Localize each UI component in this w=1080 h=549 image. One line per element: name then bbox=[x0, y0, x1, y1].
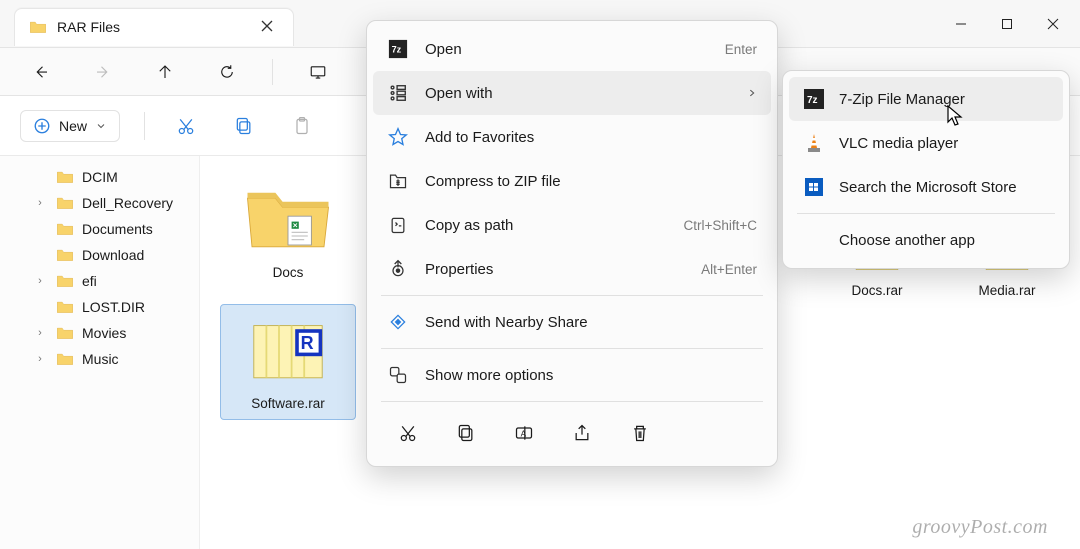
back-button[interactable] bbox=[24, 55, 58, 89]
minimize-button[interactable] bbox=[938, 5, 984, 43]
folder-large-icon bbox=[242, 182, 334, 257]
toolbar-divider bbox=[272, 59, 273, 85]
sidebar-item-dell-recovery[interactable]: ›Dell_Recovery bbox=[0, 190, 199, 216]
svg-text:R: R bbox=[301, 333, 314, 353]
svg-text:7z: 7z bbox=[807, 95, 818, 106]
copy-path-icon bbox=[387, 214, 409, 236]
copy-button[interactable] bbox=[449, 416, 483, 450]
file-label: Docs bbox=[273, 265, 304, 280]
cut-button[interactable] bbox=[391, 416, 425, 450]
ctx-quick-actions: A bbox=[373, 406, 771, 460]
new-button[interactable]: New bbox=[20, 110, 120, 142]
menu-separator bbox=[381, 348, 763, 349]
window-controls bbox=[938, 5, 1076, 43]
submenu-choose-app[interactable]: Choose another app bbox=[789, 218, 1063, 262]
tab-title: RAR Files bbox=[57, 19, 120, 35]
watermark: groovyPost.com bbox=[912, 516, 1048, 539]
copy-button[interactable] bbox=[227, 109, 261, 143]
star-icon bbox=[387, 126, 409, 148]
forward-button[interactable] bbox=[86, 55, 120, 89]
window-tab[interactable]: RAR Files bbox=[14, 8, 294, 46]
show-more-icon bbox=[387, 364, 409, 386]
ctx-properties[interactable]: Properties Alt+Enter bbox=[373, 247, 771, 291]
maximize-button[interactable] bbox=[984, 5, 1030, 43]
file-item-software-rar[interactable]: R Software.rar bbox=[220, 304, 356, 420]
svg-text:A: A bbox=[521, 428, 527, 438]
zip-icon bbox=[387, 170, 409, 192]
delete-button[interactable] bbox=[623, 416, 657, 450]
ms-store-icon bbox=[803, 176, 825, 198]
cut-button[interactable] bbox=[169, 109, 203, 143]
sidebar-item-music[interactable]: ›Music bbox=[0, 346, 199, 372]
folder-item-docs[interactable]: Docs bbox=[220, 174, 356, 288]
file-label: Docs.rar bbox=[851, 283, 902, 298]
ctx-show-more[interactable]: Show more options bbox=[373, 353, 771, 397]
new-button-label: New bbox=[59, 118, 87, 134]
open-with-submenu: 7z 7-Zip File Manager VLC media player S… bbox=[782, 70, 1070, 269]
cursor-pointer-icon bbox=[946, 104, 966, 131]
rename-button[interactable]: A bbox=[507, 416, 541, 450]
vlc-icon bbox=[803, 132, 825, 154]
up-button[interactable] bbox=[148, 55, 182, 89]
file-label: Media.rar bbox=[978, 283, 1035, 298]
tab-close-button[interactable] bbox=[255, 19, 279, 36]
seven-zip-icon: 7z bbox=[387, 38, 409, 60]
this-pc-icon[interactable] bbox=[301, 55, 335, 89]
seven-zip-icon: 7z bbox=[803, 88, 825, 110]
ctx-open[interactable]: 7z Open Enter bbox=[373, 27, 771, 71]
ctx-open-with[interactable]: Open with bbox=[373, 71, 771, 115]
sidebar-item-download[interactable]: Download bbox=[0, 242, 199, 268]
close-button[interactable] bbox=[1030, 5, 1076, 43]
sidebar-item-dcim[interactable]: DCIM bbox=[0, 164, 199, 190]
sidebar-item-movies[interactable]: ›Movies bbox=[0, 320, 199, 346]
toolbar-divider bbox=[144, 112, 145, 140]
menu-separator bbox=[381, 401, 763, 402]
submenu-ms-store[interactable]: Search the Microsoft Store bbox=[789, 165, 1063, 209]
sidebar: DCIM ›Dell_Recovery Documents Download ›… bbox=[0, 156, 200, 549]
ctx-nearby-share[interactable]: Send with Nearby Share bbox=[373, 300, 771, 344]
open-with-icon bbox=[387, 82, 409, 104]
file-label: Software.rar bbox=[251, 396, 325, 411]
ctx-copy-path[interactable]: Copy as path Ctrl+Shift+C bbox=[373, 203, 771, 247]
sidebar-item-documents[interactable]: Documents bbox=[0, 216, 199, 242]
nearby-share-icon bbox=[387, 311, 409, 333]
chevron-right-icon bbox=[747, 86, 757, 101]
properties-icon bbox=[387, 258, 409, 280]
refresh-button[interactable] bbox=[210, 55, 244, 89]
menu-separator bbox=[381, 295, 763, 296]
submenu-7zip[interactable]: 7z 7-Zip File Manager bbox=[789, 77, 1063, 121]
folder-icon bbox=[29, 20, 47, 34]
submenu-vlc[interactable]: VLC media player bbox=[789, 121, 1063, 165]
ctx-compress-zip[interactable]: Compress to ZIP file bbox=[373, 159, 771, 203]
sidebar-item-lost-dir[interactable]: LOST.DIR bbox=[0, 294, 199, 320]
ctx-add-favorites[interactable]: Add to Favorites bbox=[373, 115, 771, 159]
context-menu: 7z Open Enter Open with Add to Favorites… bbox=[366, 20, 778, 467]
rar-large-icon: R bbox=[242, 313, 334, 388]
sidebar-item-efi[interactable]: ›efi bbox=[0, 268, 199, 294]
svg-text:7z: 7z bbox=[392, 45, 402, 55]
paste-button[interactable] bbox=[285, 109, 319, 143]
share-button[interactable] bbox=[565, 416, 599, 450]
menu-separator bbox=[797, 213, 1055, 214]
